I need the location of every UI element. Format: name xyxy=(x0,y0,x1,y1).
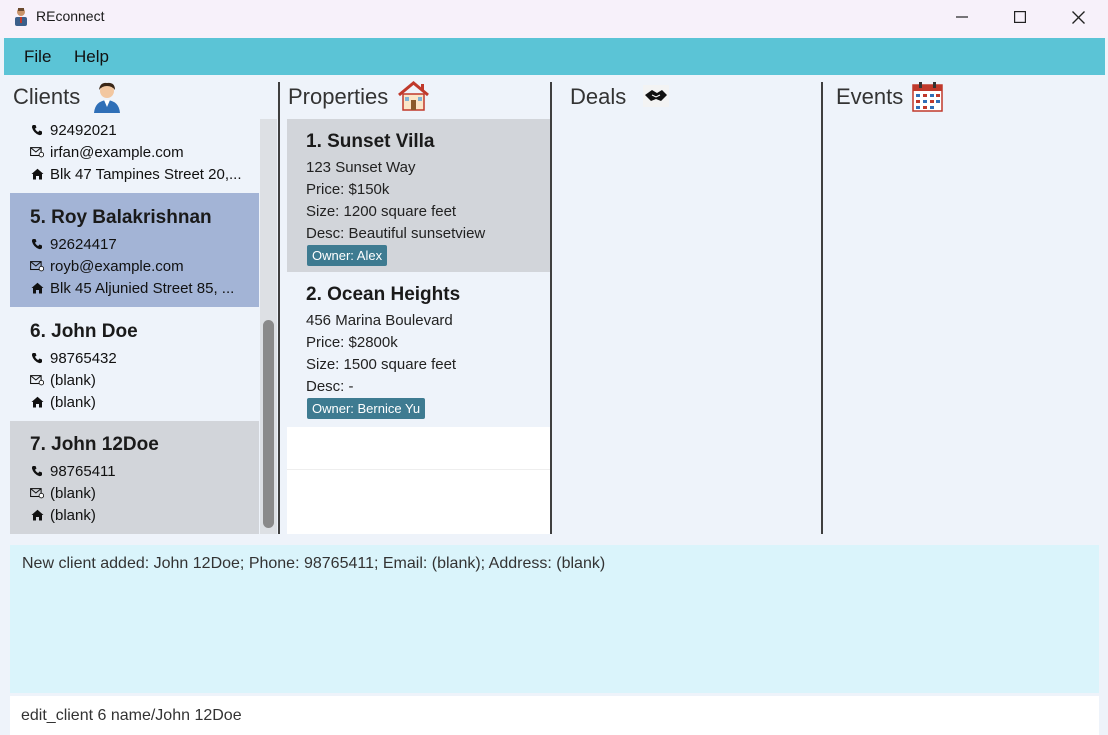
phone-icon xyxy=(30,237,44,251)
property-title: 2. Ocean Heights xyxy=(306,284,461,305)
phone-icon xyxy=(30,123,44,137)
client-phone: 92624417 xyxy=(50,235,117,253)
property-size: Size: 1500 square feet xyxy=(306,356,457,373)
close-button[interactable] xyxy=(1049,0,1107,34)
property-title: 1. Sunset Villa xyxy=(306,131,435,152)
minimize-button[interactable] xyxy=(933,0,991,34)
maximize-icon xyxy=(1014,11,1026,23)
client-email: (blank) xyxy=(50,371,96,389)
home-icon xyxy=(30,508,44,522)
client-name: 6. John Doe xyxy=(30,321,138,342)
client-name: 7. John 12Doe xyxy=(30,434,159,455)
house-icon xyxy=(398,81,429,111)
command-input[interactable] xyxy=(10,696,1099,735)
client-address-row: (blank) xyxy=(30,505,96,525)
client-phone: 98765411 xyxy=(50,462,116,480)
handshake-icon xyxy=(643,85,669,107)
client-email: irfan@example.com xyxy=(50,143,184,161)
home-icon xyxy=(30,281,44,295)
clients-panel-title: Clients xyxy=(13,84,81,109)
client-email-row: (blank) xyxy=(30,483,96,503)
minimize-icon xyxy=(956,16,968,18)
maximize-button[interactable] xyxy=(991,0,1049,34)
client-card[interactable]: 6. John Doe 98765432 (blank) (blank) xyxy=(10,307,259,421)
email-icon xyxy=(30,145,44,159)
phone-icon xyxy=(30,351,44,365)
email-icon xyxy=(30,259,44,273)
home-icon xyxy=(30,395,44,409)
client-email-row: (blank) xyxy=(30,370,96,390)
email-icon xyxy=(30,373,44,387)
owner-tag: Owner: Alex xyxy=(307,245,388,266)
property-address: 123 Sunset Way xyxy=(306,159,416,176)
menu-bar: File Help xyxy=(4,38,1105,75)
client-email: (blank) xyxy=(50,484,96,502)
client-name: 5. Roy Balakrishnan xyxy=(30,207,212,228)
home-icon xyxy=(30,167,44,181)
client-phone-row: 98765432 xyxy=(30,348,117,368)
client-address: (blank) xyxy=(50,393,96,411)
panel-divider xyxy=(278,82,280,534)
property-price: Price: $2800k xyxy=(306,334,398,351)
client-phone: 98765432 xyxy=(50,349,117,367)
events-panel-title: Events xyxy=(836,84,904,109)
result-display: New client added: John 12Doe; Phone: 987… xyxy=(10,545,1099,693)
client-card[interactable]: 7. John 12Doe 98765411 (blank) (blank) xyxy=(10,421,259,534)
client-address: (blank) xyxy=(50,506,96,524)
property-address: 456 Marina Boulevard xyxy=(306,312,453,329)
clients-list[interactable]: 92492021 irfan@example.com Blk 47 Tampin… xyxy=(10,119,259,534)
client-email-row: irfan@example.com xyxy=(30,142,184,162)
client-phone-row: 98765411 xyxy=(30,461,116,481)
property-card-selected[interactable]: 1. Sunset Villa 123 Sunset Way Price: $1… xyxy=(287,119,550,272)
client-card-selected[interactable]: 5. Roy Balakrishnan 92624417 royb@exampl… xyxy=(10,193,259,307)
client-address-row: (blank) xyxy=(30,392,96,412)
client-address-row: Blk 45 Aljunied Street 85, ... xyxy=(30,278,234,298)
clients-scrollbar-thumb[interactable] xyxy=(263,320,274,528)
menu-help[interactable]: Help xyxy=(74,47,109,67)
properties-panel-title: Properties xyxy=(288,84,389,109)
property-desc: Desc: - xyxy=(306,378,354,395)
calendar-icon xyxy=(912,82,943,112)
menu-file[interactable]: File xyxy=(24,47,51,67)
client-address: Blk 45 Aljunied Street 85, ... xyxy=(50,279,235,297)
property-desc: Desc: Beautiful sunsetview xyxy=(306,225,486,242)
window-title: REconnect xyxy=(36,8,105,24)
list-row-separator xyxy=(287,469,550,470)
result-message: New client added: John 12Doe; Phone: 987… xyxy=(22,555,606,572)
panel-divider xyxy=(821,82,823,534)
owner-tag: Owner: Bernice Yu xyxy=(307,398,426,419)
property-size: Size: 1200 square feet xyxy=(306,203,457,220)
client-phone-row: 92624417 xyxy=(30,234,117,254)
client-email: royb@example.com xyxy=(50,257,184,275)
email-icon xyxy=(30,486,44,500)
phone-icon xyxy=(30,464,44,478)
property-price: Price: $150k xyxy=(306,181,390,198)
client-person-icon xyxy=(94,82,120,113)
property-card[interactable]: 2. Ocean Heights 456 Marina Boulevard Pr… xyxy=(287,272,550,427)
client-phone-row: 92492021 xyxy=(30,120,117,140)
title-bar: REconnect xyxy=(0,0,1108,38)
properties-list[interactable]: 1. Sunset Villa 123 Sunset Way Price: $1… xyxy=(287,119,550,534)
close-icon xyxy=(1071,10,1085,24)
client-phone: 92492021 xyxy=(50,121,117,139)
app-logo-icon xyxy=(15,8,27,26)
client-address-row: Blk 47 Tampines Street 20,... xyxy=(30,164,242,184)
deals-panel-title: Deals xyxy=(570,84,627,109)
panel-divider xyxy=(550,82,552,534)
client-email-row: royb@example.com xyxy=(30,256,184,276)
client-address: Blk 47 Tampines Street 20,... xyxy=(50,165,242,183)
